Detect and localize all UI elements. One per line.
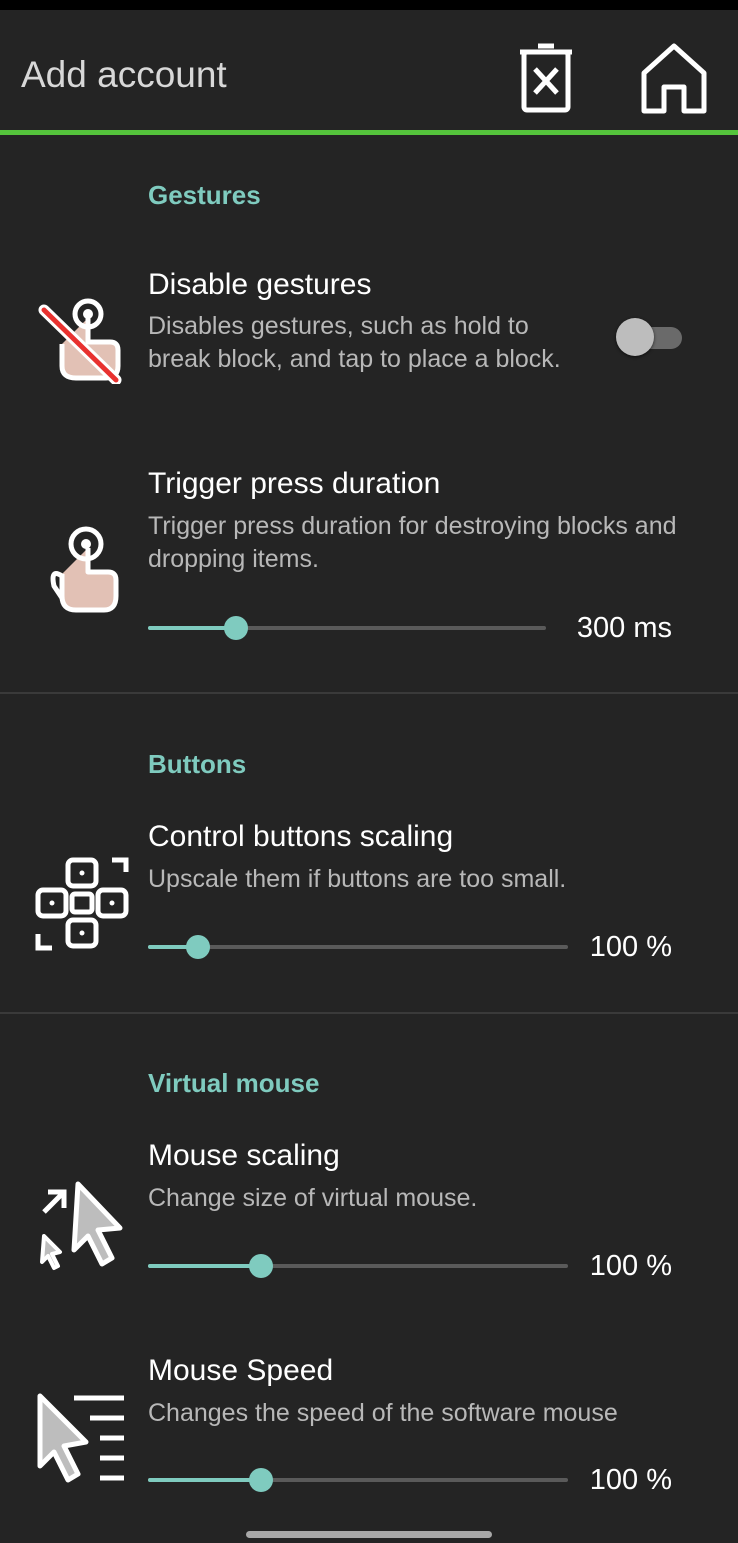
- slider-fill: [148, 1478, 262, 1482]
- slider-track: [148, 945, 568, 949]
- slider-thumb[interactable]: [223, 616, 248, 640]
- mouse-speed-slider[interactable]: [148, 1465, 568, 1495]
- slider-thumb[interactable]: [186, 935, 211, 959]
- slider-value: 300 ms: [576, 612, 672, 644]
- pref-title: Mouse Speed: [148, 1354, 334, 1387]
- disable-gestures-switch[interactable]: [616, 318, 682, 356]
- slider-thumb[interactable]: [249, 1254, 274, 1278]
- slider-value: 100 %: [589, 1250, 672, 1282]
- disabled-touch-icon: [38, 298, 122, 384]
- slider-thumb[interactable]: [249, 1468, 274, 1492]
- page-title: Add account: [21, 54, 227, 95]
- app-bar-accent-line: [0, 130, 738, 135]
- home-icon: [641, 43, 707, 114]
- section-divider: [0, 1012, 738, 1014]
- resize-pointer-icon: [40, 1181, 123, 1270]
- pref-summary: Trigger press duration for destroying bl…: [148, 512, 677, 573]
- mouse-scaling-slider[interactable]: [148, 1251, 568, 1281]
- control-buttons-scaling-slider[interactable]: [148, 932, 568, 962]
- trigger-press-slider[interactable]: [148, 613, 546, 643]
- gamepad-buttons-icon: [35, 857, 129, 951]
- pref-title: Trigger press duration: [148, 467, 441, 500]
- slider-value: 100 %: [589, 1464, 672, 1496]
- touch-hand-icon: [50, 526, 119, 613]
- navigation-handle[interactable]: [246, 1531, 492, 1538]
- pref-summary: Upscale them if buttons are too small.: [148, 865, 567, 893]
- section-title-virtual-mouse: Virtual mouse: [148, 1068, 320, 1098]
- section-title-buttons: Buttons: [148, 749, 247, 779]
- section-title-gestures: Gestures: [148, 180, 261, 210]
- status-bar: [0, 0, 738, 10]
- pref-title: Mouse scaling: [148, 1139, 340, 1172]
- app-bar: Add account: [0, 10, 738, 132]
- slider-fill: [148, 1264, 262, 1268]
- pref-title: Disable gestures: [148, 268, 372, 301]
- pref-summary: Change size of virtual mouse.: [148, 1184, 478, 1212]
- pointer-speed-icon: [37, 1393, 124, 1483]
- pref-title: Control buttons scaling: [148, 820, 454, 853]
- home-button[interactable]: [638, 38, 710, 118]
- section-divider: [0, 692, 738, 694]
- delete-button[interactable]: [510, 38, 582, 118]
- pref-summary: Disables gestures, such as hold to break…: [148, 312, 561, 373]
- slider-fill: [148, 626, 236, 630]
- slider-value: 100 %: [589, 931, 672, 963]
- switch-thumb: [616, 318, 654, 356]
- pref-summary: Changes the speed of the software mouse: [148, 1399, 618, 1427]
- trash-x-icon: [520, 43, 572, 113]
